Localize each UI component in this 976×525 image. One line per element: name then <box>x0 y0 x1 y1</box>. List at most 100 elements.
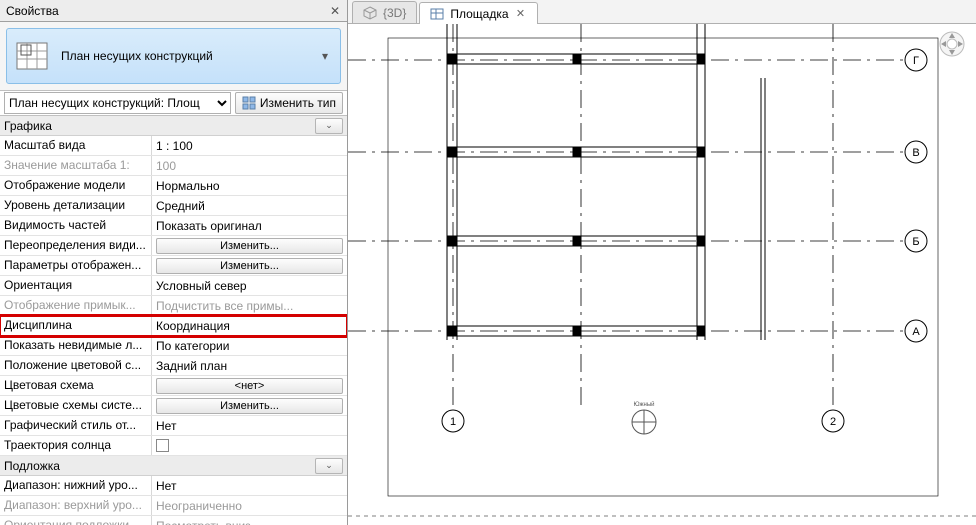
param-value[interactable]: <нет> <box>152 376 347 395</box>
param-value-button[interactable]: <нет> <box>156 378 343 394</box>
edit-type-button[interactable]: Изменить тип <box>235 92 343 114</box>
param-value-button[interactable]: Изменить... <box>156 258 343 274</box>
param-name: Отображение примык... <box>0 296 152 315</box>
param-value-button[interactable]: Изменить... <box>156 238 343 254</box>
param-group-underlay[interactable]: Подложка⌄ <box>0 456 347 476</box>
svg-text:Южный: Южный <box>633 401 654 408</box>
param-value[interactable]: Показать оригинал <box>152 216 347 235</box>
instance-row: План несущих конструкций: Площ Изменить … <box>0 90 347 116</box>
type-selector[interactable]: План несущих конструкций ▾ <box>6 28 341 84</box>
edit-type-label: Изменить тип <box>260 96 336 110</box>
grid-bubble-1: 1 <box>450 416 456 428</box>
tab-3d[interactable]: {3D} <box>352 1 417 23</box>
param-row[interactable]: Переопределения види...Изменить... <box>0 236 347 256</box>
param-row[interactable]: Диапазон: нижний уро...Нет <box>0 476 347 496</box>
param-name: Диапазон: нижний уро... <box>0 476 152 495</box>
param-value: 100 <box>152 156 347 175</box>
instance-selector[interactable]: План несущих конструкций: Площ <box>4 92 231 114</box>
param-value: Подчистить все примы... <box>152 296 347 315</box>
param-value[interactable]: Нормально <box>152 176 347 195</box>
tab-site-label: Площадка <box>450 7 508 21</box>
param-row[interactable]: Траектория солнца <box>0 436 347 456</box>
chevron-down-icon: ▾ <box>318 49 332 63</box>
edit-type-icon <box>242 96 256 110</box>
param-group-label: Подложка <box>4 459 315 473</box>
param-name: Траектория солнца <box>0 436 152 455</box>
param-value[interactable]: По категории <box>152 336 347 355</box>
param-name: Значение масштаба 1: <box>0 156 152 175</box>
param-group-graphics[interactable]: Графика⌄ <box>0 116 347 136</box>
param-row[interactable]: Цветовая схема<нет> <box>0 376 347 396</box>
param-name: Дисциплина <box>0 316 152 335</box>
param-row[interactable]: Графический стиль от...Нет <box>0 416 347 436</box>
tab-close-icon[interactable]: ✕ <box>515 8 527 20</box>
param-name: Ориентация подложки <box>0 516 152 525</box>
properties-panel: Свойства ✕ План несущих конструкций ▾ <box>0 0 348 525</box>
param-row[interactable]: Отображение моделиНормально <box>0 176 347 196</box>
param-name: Цветовые схемы систе... <box>0 396 152 415</box>
compass-icon: Южный <box>632 401 656 434</box>
param-name: Параметры отображен... <box>0 256 152 275</box>
param-row[interactable]: Параметры отображен...Изменить... <box>0 256 347 276</box>
param-value[interactable]: Координация <box>152 316 347 335</box>
param-value[interactable]: Задний план <box>152 356 347 375</box>
tab-3d-label: {3D} <box>383 6 406 20</box>
param-row[interactable]: Видимость частейПоказать оригинал <box>0 216 347 236</box>
param-name: Переопределения види... <box>0 236 152 255</box>
param-row[interactable]: Цветовые схемы систе...Изменить... <box>0 396 347 416</box>
param-name: Ориентация <box>0 276 152 295</box>
param-value-checkbox[interactable] <box>156 439 169 452</box>
group-expander-icon[interactable]: ⌄ <box>315 118 343 134</box>
param-name: Уровень детализации <box>0 196 152 215</box>
grid-bubble-a: А <box>912 326 920 338</box>
grid-bubble-v: В <box>912 147 919 159</box>
param-value: Неограниченно <box>152 496 347 515</box>
param-name: Видимость частей <box>0 216 152 235</box>
param-row[interactable]: Уровень детализацииСредний <box>0 196 347 216</box>
param-value[interactable]: Нет <box>152 476 347 495</box>
param-value[interactable] <box>152 436 347 455</box>
param-value[interactable]: 1 : 100 <box>152 136 347 155</box>
param-name: Цветовая схема <box>0 376 152 395</box>
param-name: Положение цветовой с... <box>0 356 152 375</box>
param-value[interactable]: Изменить... <box>152 396 347 415</box>
view-tabs: {3D} Площадка ✕ <box>348 0 976 24</box>
param-name: Диапазон: верхний уро... <box>0 496 152 515</box>
param-value[interactable]: Нет <box>152 416 347 435</box>
param-name: Графический стиль от... <box>0 416 152 435</box>
group-expander-icon[interactable]: ⌄ <box>315 458 343 474</box>
grid-bubble-g: Г <box>913 55 919 67</box>
close-icon[interactable]: ✕ <box>327 3 343 19</box>
param-value[interactable]: Изменить... <box>152 236 347 255</box>
param-row[interactable]: Значение масштаба 1:100 <box>0 156 347 176</box>
param-value[interactable]: Изменить... <box>152 256 347 275</box>
param-row[interactable]: Ориентация подложкиПосмотреть вниз <box>0 516 347 525</box>
param-name: Отображение модели <box>0 176 152 195</box>
drawing-canvas[interactable]: 1 2 А Б В Г Южный <box>348 24 976 525</box>
param-row[interactable]: Отображение примык...Подчистить все прим… <box>0 296 347 316</box>
param-name: Показать невидимые л... <box>0 336 152 355</box>
cube-icon <box>363 6 377 20</box>
plan-icon <box>430 7 444 21</box>
param-row[interactable]: Показать невидимые л...По категории <box>0 336 347 356</box>
param-row[interactable]: Масштаб вида1 : 100 <box>0 136 347 156</box>
param-value: Посмотреть вниз <box>152 516 347 525</box>
tab-site[interactable]: Площадка ✕ <box>419 2 537 24</box>
param-row[interactable]: ДисциплинаКоординация <box>0 316 347 336</box>
param-row[interactable]: Диапазон: верхний уро...Неограниченно <box>0 496 347 516</box>
grid-bubble-b: Б <box>912 236 919 248</box>
parameter-grid[interactable]: Графика⌄Масштаб вида1 : 100Значение масш… <box>0 116 347 525</box>
param-value-button[interactable]: Изменить... <box>156 398 343 414</box>
type-selector-label: План несущих конструкций <box>61 49 318 63</box>
grid-bubble-2: 2 <box>830 416 836 428</box>
properties-title: Свойства <box>6 4 327 18</box>
param-name: Масштаб вида <box>0 136 152 155</box>
param-value[interactable]: Средний <box>152 196 347 215</box>
param-value[interactable]: Условный север <box>152 276 347 295</box>
properties-titlebar: Свойства ✕ <box>0 0 347 22</box>
nav-wheel-icon <box>940 32 964 56</box>
param-row[interactable]: Положение цветовой с...Задний план <box>0 356 347 376</box>
param-row[interactable]: ОриентацияУсловный север <box>0 276 347 296</box>
plan-thumb-icon <box>15 39 49 73</box>
param-group-label: Графика <box>4 119 315 133</box>
